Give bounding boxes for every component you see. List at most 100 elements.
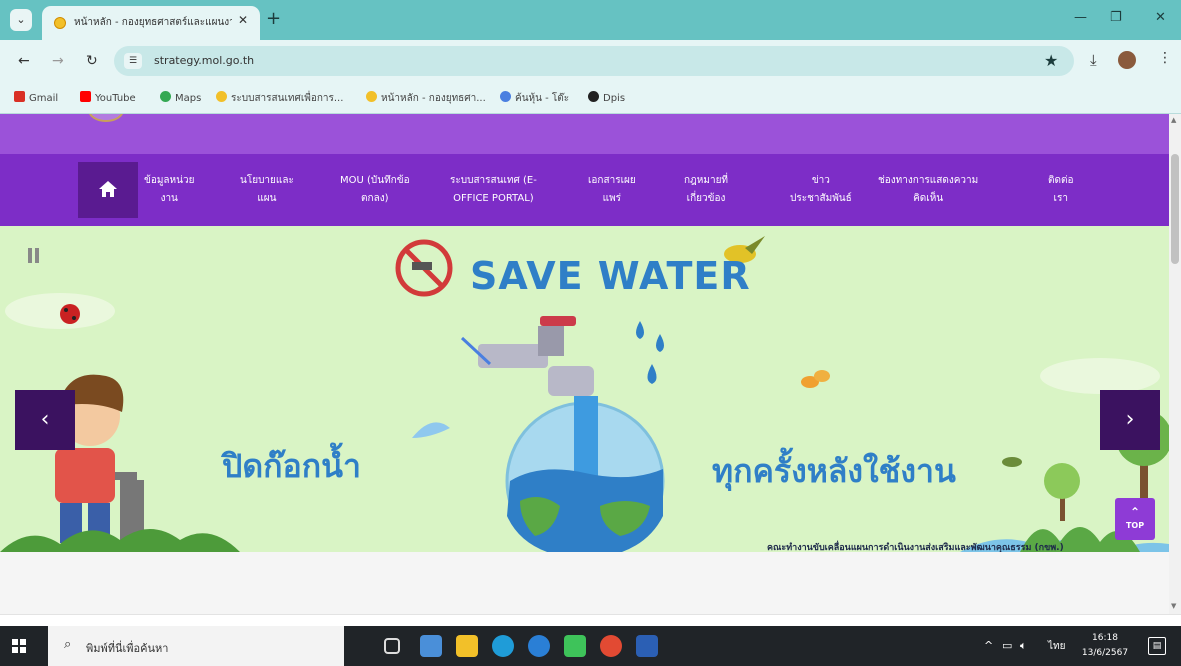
- no-water-sign-icon: [395, 239, 453, 297]
- taskbar-clock[interactable]: 16:18 13/6/2567: [1080, 631, 1130, 661]
- scroll-down-icon[interactable]: ▼: [1171, 602, 1176, 610]
- bookmark-label: ระบบสารสนเทศเพื่อการ...: [231, 93, 344, 104]
- url-text[interactable]: strategy.mol.go.th: [154, 54, 254, 67]
- menu-item-eoffice[interactable]: ระบบสารสนเทศ (E- OFFICE PORTAL): [450, 172, 537, 208]
- earth-globe-icon: [505, 396, 665, 552]
- chrome-icon[interactable]: [600, 635, 622, 657]
- menu-item-laws[interactable]: กฎหมายที่ เกี่ยวข้อง: [684, 172, 728, 208]
- globe-icon: [500, 91, 511, 102]
- browser-tab-strip: ⌄ หน้าหลัก - กองยุทธศาสตร์และแผนงาน ✕ + …: [0, 0, 1181, 40]
- scroll-up-icon[interactable]: ▲: [1171, 116, 1176, 124]
- cloud-shape: [5, 293, 115, 329]
- menu-kebab-icon[interactable]: ⋮: [1158, 50, 1172, 66]
- tab-close-icon[interactable]: ✕: [238, 13, 248, 27]
- tab-title: หน้าหลัก - กองยุทธศาสตร์และแผนงาน: [74, 17, 232, 28]
- banner-credit: คณะทำงานขับเคลื่อนแผนการดำเนินงานส่งเสริ…: [767, 543, 1064, 552]
- scrollbar-thumb[interactable]: [1171, 154, 1179, 264]
- site-logo[interactable]: [88, 114, 124, 122]
- taskbar-search-box[interactable]: ⌕ พิมพ์ที่นี่เพื่อค้นหา: [48, 626, 344, 666]
- address-toolbar: ← → ↻ ☰ strategy.mol.go.th ★ ⤓ ⋮: [0, 40, 1181, 82]
- web-page: ข้อมูลหน่วย งาน นโยบายและ แผน MOU (บันทึกข…: [0, 114, 1169, 614]
- network-icon[interactable]: ▭: [1002, 639, 1012, 652]
- slider-next-button[interactable]: ›: [1100, 390, 1160, 450]
- page-scrollbar[interactable]: ▲ ▼: [1169, 114, 1181, 614]
- menu-item-policy[interactable]: นโยบายและ แผน: [240, 172, 294, 208]
- slider-prev-button[interactable]: ‹: [15, 390, 75, 450]
- bookmark-maps[interactable]: Maps: [160, 91, 201, 104]
- menu-line1: นโยบายและ: [240, 175, 294, 186]
- menu-item-publications[interactable]: เอกสารเผย แพร่: [588, 172, 636, 208]
- banner-text-right: ทุกครั้งหลังใช้งาน: [712, 452, 956, 490]
- bookmark-strategy[interactable]: หน้าหลัก - กองยุทธศา...: [366, 91, 486, 106]
- bookmark-label: Dpis: [603, 93, 626, 104]
- language-indicator[interactable]: ไทย: [1048, 639, 1065, 654]
- clock-date: 13/6/2567: [1081, 648, 1129, 658]
- bookmark-dpis[interactable]: Dpis: [588, 91, 625, 104]
- menu-line1: ติดต่อ: [1048, 175, 1074, 186]
- home-icon: [99, 181, 117, 197]
- home-button[interactable]: [78, 162, 138, 218]
- search-icon: ⌕: [64, 637, 72, 652]
- menu-line1: ช่องทางการแสดงความ: [878, 175, 979, 186]
- chevron-up-icon: ⌃: [1129, 505, 1141, 519]
- bookmark-stocks[interactable]: ค้นหุ้น - โต๊ะ: [500, 91, 569, 106]
- windows-taskbar: ⌕ พิมพ์ที่นี่เพื่อค้นหา ^ ▭ 🔈︎ ไทย 16:18…: [0, 626, 1181, 666]
- word-icon[interactable]: [636, 635, 658, 657]
- bookmark-label: YouTube: [95, 93, 136, 104]
- bookmark-label: หน้าหลัก - กองยุทธศา...: [381, 93, 486, 104]
- bookmark-label: Gmail: [29, 93, 59, 104]
- butterfly-icon: [801, 370, 830, 388]
- restore-icon[interactable]: ❐: [1110, 10, 1122, 25]
- clock-time: 16:18: [1092, 633, 1118, 643]
- menu-item-contact[interactable]: ติดต่อ เรา: [1048, 172, 1074, 208]
- menu-item-mou[interactable]: MOU (บันทึกข้อตกลง): [340, 172, 410, 208]
- water-drop-icon: [647, 364, 657, 384]
- back-arrow-icon[interactable]: ←: [18, 53, 30, 69]
- forward-arrow-icon[interactable]: →: [52, 53, 64, 69]
- volume-icon[interactable]: 🔈︎: [1020, 639, 1027, 653]
- bookmark-label: ค้นหุ้น - โต๊ะ: [515, 93, 570, 104]
- ladybug-icon: [60, 304, 80, 324]
- tray-chevron-icon[interactable]: ^: [984, 639, 993, 652]
- file-explorer-icon[interactable]: [456, 635, 478, 657]
- menu-item-about[interactable]: ข้อมูลหน่วย งาน: [144, 172, 194, 208]
- omnibox[interactable]: ☰ strategy.mol.go.th ★: [114, 46, 1074, 76]
- pause-icon[interactable]: [28, 248, 42, 266]
- top-label: TOP: [1125, 521, 1145, 530]
- menu-line2: ประชาสัมพันธ์: [790, 193, 852, 204]
- download-icon[interactable]: ⤓: [1090, 51, 1097, 69]
- maps-pin-icon: [160, 91, 171, 102]
- menu-item-feedback[interactable]: ช่องทางการแสดงความ คิดเห็น: [878, 172, 978, 208]
- reload-icon[interactable]: ↻: [86, 53, 98, 69]
- water-drop-icon: [636, 321, 644, 339]
- back-to-top-button[interactable]: ⌃ TOP: [1115, 498, 1155, 540]
- bookmark-youtube[interactable]: YouTube: [80, 91, 136, 104]
- menu-line1: MOU (บันทึกข้อ: [340, 175, 410, 186]
- bookmark-gmail[interactable]: Gmail: [14, 91, 58, 104]
- banner-slider[interactable]: SAVE WATER ปิดก๊อกน้ำ ทุกครั้งหลังใช้งาน…: [0, 226, 1169, 552]
- browser-tab-active[interactable]: หน้าหลัก - กองยุทธศาสตร์และแผนงาน ✕: [42, 6, 260, 40]
- site-info-icon[interactable]: ☰: [124, 53, 142, 69]
- line-app-icon[interactable]: [564, 635, 586, 657]
- bookmark-star-icon[interactable]: ★: [1044, 51, 1058, 70]
- minimize-icon[interactable]: —: [1074, 10, 1087, 25]
- new-tab-button[interactable]: +: [266, 8, 281, 29]
- content-area: [0, 552, 1169, 614]
- window-close-icon[interactable]: ✕: [1155, 10, 1166, 25]
- water-tap-icon: [478, 316, 594, 396]
- menu-line2: ตกลง): [361, 193, 389, 204]
- store-icon[interactable]: [420, 635, 442, 657]
- internet-explorer-icon[interactable]: [528, 635, 550, 657]
- menu-item-news[interactable]: ข่าว ประชาสัมพันธ์: [790, 172, 852, 208]
- menu-line2: แพร่: [602, 193, 622, 204]
- notifications-icon[interactable]: ▤: [1148, 637, 1166, 655]
- profile-avatar-icon[interactable]: [1118, 51, 1136, 69]
- edge-icon[interactable]: [492, 635, 514, 657]
- bookmark-mis[interactable]: ระบบสารสนเทศเพื่อการ...: [216, 91, 343, 106]
- task-view-icon[interactable]: [384, 638, 400, 654]
- water-drop-icon: [656, 334, 664, 352]
- menu-line2: OFFICE PORTAL): [453, 193, 534, 204]
- tab-search-button[interactable]: ⌄: [10, 9, 32, 31]
- banner-headline: SAVE WATER: [470, 254, 751, 298]
- main-menu: ข้อมูลหน่วย งาน นโยบายและ แผน MOU (บันทึกข…: [0, 154, 1169, 226]
